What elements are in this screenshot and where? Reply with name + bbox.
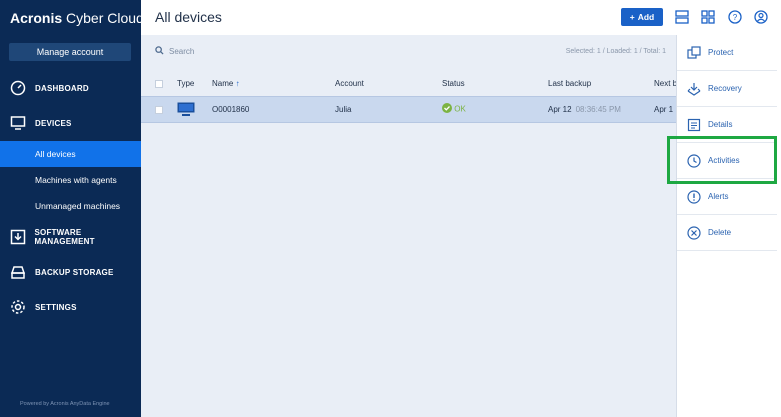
action-delete[interactable]: Delete bbox=[677, 215, 777, 251]
status-badge: OK bbox=[442, 103, 466, 115]
nav-label: SOFTWARE MANAGEMENT bbox=[34, 228, 95, 246]
activities-highlight-box bbox=[667, 136, 777, 184]
list-view-icon[interactable] bbox=[674, 9, 690, 25]
search-box[interactable]: Search bbox=[155, 46, 194, 57]
device-account: Julia bbox=[335, 105, 352, 114]
devices-list-area: Search Selected: 1 / Loaded: 1 / Total: … bbox=[141, 35, 677, 417]
alert-icon bbox=[686, 189, 702, 205]
search-input[interactable]: Search bbox=[169, 47, 194, 56]
delete-icon bbox=[686, 225, 702, 241]
sidebar: Acronis Cyber Cloud Manage account DASHB… bbox=[0, 0, 144, 417]
nav-label: DASHBOARD bbox=[35, 83, 89, 93]
add-button[interactable]: + Add bbox=[621, 8, 663, 26]
storage-icon bbox=[9, 263, 27, 281]
help-icon[interactable]: ? bbox=[727, 9, 743, 25]
desktop-icon bbox=[177, 102, 195, 119]
logo-product: Cyber Cloud bbox=[62, 10, 144, 26]
nav-label: BACKUP STORAGE bbox=[35, 267, 114, 277]
sort-ascending-icon: ↑ bbox=[235, 79, 240, 88]
select-all-checkbox[interactable] bbox=[155, 80, 163, 88]
page-title: All devices bbox=[155, 9, 222, 25]
action-label: Recovery bbox=[708, 84, 742, 93]
nav-label: DEVICES bbox=[35, 118, 72, 128]
grid-view-icon[interactable] bbox=[700, 9, 716, 25]
last-backup-date: Apr 12 bbox=[548, 105, 572, 114]
column-last-backup[interactable]: Last backup bbox=[548, 79, 591, 88]
logo-brand: Acronis bbox=[10, 10, 63, 26]
plus-icon: + bbox=[629, 12, 635, 22]
add-button-label: Add bbox=[637, 12, 655, 22]
nav-software-management[interactable]: SOFTWARE MANAGEMENT bbox=[0, 224, 141, 250]
protect-icon bbox=[686, 45, 702, 61]
monitor-icon bbox=[9, 114, 27, 132]
column-name-label: Name bbox=[212, 79, 234, 88]
action-label: Protect bbox=[708, 48, 734, 57]
ok-check-icon bbox=[442, 103, 452, 115]
gear-icon bbox=[9, 298, 27, 316]
top-header: All devices + Add ? bbox=[141, 0, 781, 35]
action-protect[interactable]: Protect bbox=[677, 35, 777, 71]
svg-text:?: ? bbox=[733, 13, 738, 22]
account-icon[interactable] bbox=[753, 9, 769, 25]
action-label: Delete bbox=[708, 228, 732, 237]
table-header: Type Name ↑ Account Status Last backup N… bbox=[141, 72, 677, 96]
action-recovery[interactable]: Recovery bbox=[677, 71, 777, 107]
column-next-backup[interactable]: Next b bbox=[654, 79, 677, 88]
last-backup: Apr 12 08:36:45 PM bbox=[548, 105, 621, 114]
action-label: Details bbox=[708, 120, 733, 129]
search-icon bbox=[155, 46, 164, 57]
nav-settings[interactable]: SETTINGS bbox=[0, 294, 141, 320]
column-account[interactable]: Account bbox=[335, 79, 364, 88]
row-checkbox[interactable] bbox=[155, 106, 163, 114]
powered-by-text: Powered by Acronis AnyData Engine bbox=[20, 401, 110, 407]
action-label: Alerts bbox=[708, 192, 729, 201]
nav-backup-storage[interactable]: BACKUP STORAGE bbox=[0, 259, 141, 285]
selection-counts: Selected: 1 / Loaded: 1 / Total: 1 bbox=[565, 48, 666, 55]
column-status[interactable]: Status bbox=[442, 79, 465, 88]
nav-dashboard[interactable]: DASHBOARD bbox=[0, 75, 141, 101]
column-type[interactable]: Type bbox=[177, 79, 194, 88]
nav-label: SETTINGS bbox=[35, 302, 77, 312]
device-name[interactable]: O0001860 bbox=[212, 105, 249, 114]
recovery-icon bbox=[686, 81, 702, 97]
dashboard-icon bbox=[9, 79, 27, 97]
column-name[interactable]: Name ↑ bbox=[212, 79, 240, 88]
manage-account-button[interactable]: Manage account bbox=[9, 43, 131, 61]
next-backup: Apr 1 bbox=[654, 105, 674, 114]
action-alerts[interactable]: Alerts bbox=[677, 179, 777, 215]
app-logo: Acronis Cyber Cloud bbox=[10, 10, 144, 26]
nav-devices[interactable]: DEVICES bbox=[0, 110, 141, 136]
table-row[interactable]: O0001860 Julia OK Apr 12 08:36:45 PM Apr … bbox=[141, 96, 676, 123]
details-icon bbox=[686, 117, 702, 133]
status-text: OK bbox=[454, 104, 466, 114]
actions-panel: Protect Recovery Details Activities Aler… bbox=[676, 35, 781, 417]
sidebar-item-unmanaged-machines[interactable]: Unmanaged machines bbox=[0, 193, 141, 219]
sidebar-item-all-devices[interactable]: All devices bbox=[0, 141, 141, 167]
software-download-icon bbox=[9, 228, 27, 246]
sidebar-item-machines-with-agents[interactable]: Machines with agents bbox=[0, 167, 141, 193]
last-backup-time: 08:36:45 PM bbox=[575, 105, 621, 114]
